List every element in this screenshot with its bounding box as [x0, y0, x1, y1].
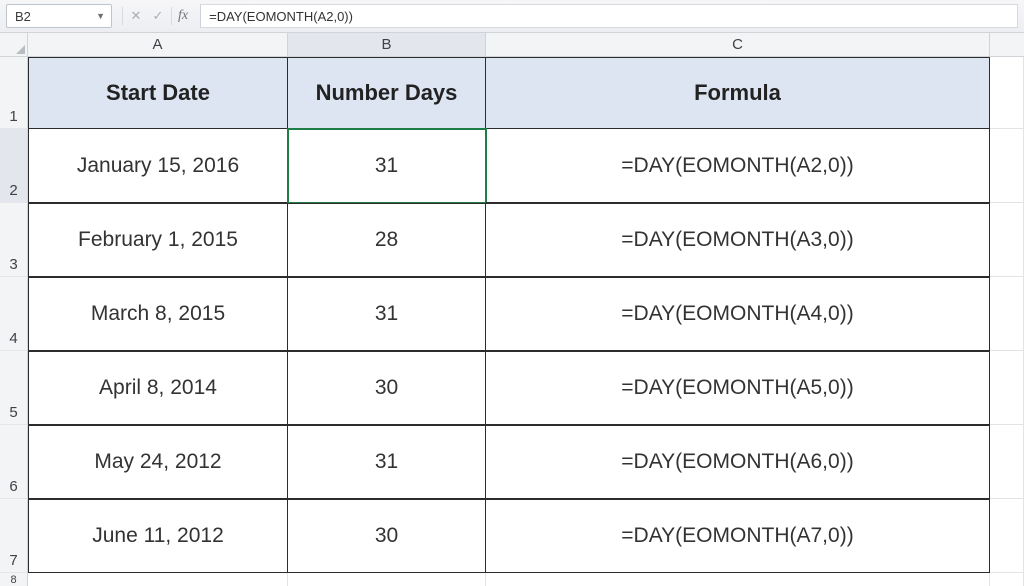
cell-C4[interactable]: =DAY(EOMONTH(A4,0)): [486, 277, 990, 351]
cell-B4[interactable]: 31: [288, 277, 486, 351]
cell-A7[interactable]: June 11, 2012: [28, 499, 288, 573]
cell-extra-7[interactable]: [990, 499, 1024, 573]
row-header-5[interactable]: 5: [0, 351, 28, 425]
row-header-6[interactable]: 6: [0, 425, 28, 499]
cell-C3[interactable]: =DAY(EOMONTH(A3,0)): [486, 203, 990, 277]
formula-bar: B2 ▼ ✕ ✓ fx =DAY(EOMONTH(A2,0)): [0, 0, 1024, 33]
insert-function-icon[interactable]: fx: [176, 8, 190, 24]
cell-B1[interactable]: Number Days: [288, 57, 486, 129]
cell-extra-4[interactable]: [990, 277, 1024, 351]
cell-C2[interactable]: =DAY(EOMONTH(A2,0)): [486, 129, 990, 203]
column-header-A[interactable]: A: [28, 33, 288, 57]
cell-A4[interactable]: March 8, 2015: [28, 277, 288, 351]
cell-A5[interactable]: April 8, 2014: [28, 351, 288, 425]
name-box-value: B2: [15, 9, 31, 24]
cell-C6[interactable]: =DAY(EOMONTH(A6,0)): [486, 425, 990, 499]
cell-A8[interactable]: [28, 573, 288, 586]
formula-bar-buttons: ✕ ✓ fx: [118, 7, 194, 25]
select-all-corner[interactable]: [0, 33, 28, 57]
cell-A6[interactable]: May 24, 2012: [28, 425, 288, 499]
row-header-3[interactable]: 3: [0, 203, 28, 277]
worksheet-grid[interactable]: A B C 1 Start Date Number Days Formula 2…: [0, 33, 1024, 586]
cell-extra-8[interactable]: [990, 573, 1024, 586]
separator: [122, 7, 123, 25]
cell-B6[interactable]: 31: [288, 425, 486, 499]
cell-extra-6[interactable]: [990, 425, 1024, 499]
cell-extra-1[interactable]: [990, 57, 1024, 129]
chevron-down-icon[interactable]: ▼: [96, 11, 105, 21]
cell-extra-2[interactable]: [990, 129, 1024, 203]
separator: [171, 7, 172, 25]
enter-icon[interactable]: ✓: [149, 8, 167, 24]
cell-extra-3[interactable]: [990, 203, 1024, 277]
cell-A3[interactable]: February 1, 2015: [28, 203, 288, 277]
row-header-1[interactable]: 1: [0, 57, 28, 129]
cell-extra-5[interactable]: [990, 351, 1024, 425]
cell-C8[interactable]: [486, 573, 990, 586]
name-box[interactable]: B2 ▼: [6, 4, 112, 28]
row-header-8[interactable]: 8: [0, 573, 28, 586]
cell-C7[interactable]: =DAY(EOMONTH(A7,0)): [486, 499, 990, 573]
formula-input[interactable]: =DAY(EOMONTH(A2,0)): [200, 4, 1018, 28]
column-header-B[interactable]: B: [288, 33, 486, 57]
cancel-icon[interactable]: ✕: [127, 8, 145, 24]
cell-A1[interactable]: Start Date: [28, 57, 288, 129]
row-header-7[interactable]: 7: [0, 499, 28, 573]
row-header-2[interactable]: 2: [0, 129, 28, 203]
cell-C5[interactable]: =DAY(EOMONTH(A5,0)): [486, 351, 990, 425]
column-header-extra[interactable]: [990, 33, 1024, 57]
row-header-4[interactable]: 4: [0, 277, 28, 351]
column-header-C[interactable]: C: [486, 33, 990, 57]
cell-B3[interactable]: 28: [288, 203, 486, 277]
cell-B5[interactable]: 30: [288, 351, 486, 425]
cell-B7[interactable]: 30: [288, 499, 486, 573]
cell-C1[interactable]: Formula: [486, 57, 990, 129]
cell-B2[interactable]: 31: [288, 129, 486, 203]
cell-B8[interactable]: [288, 573, 486, 586]
cell-A2[interactable]: January 15, 2016: [28, 129, 288, 203]
formula-text: =DAY(EOMONTH(A2,0)): [209, 9, 353, 24]
